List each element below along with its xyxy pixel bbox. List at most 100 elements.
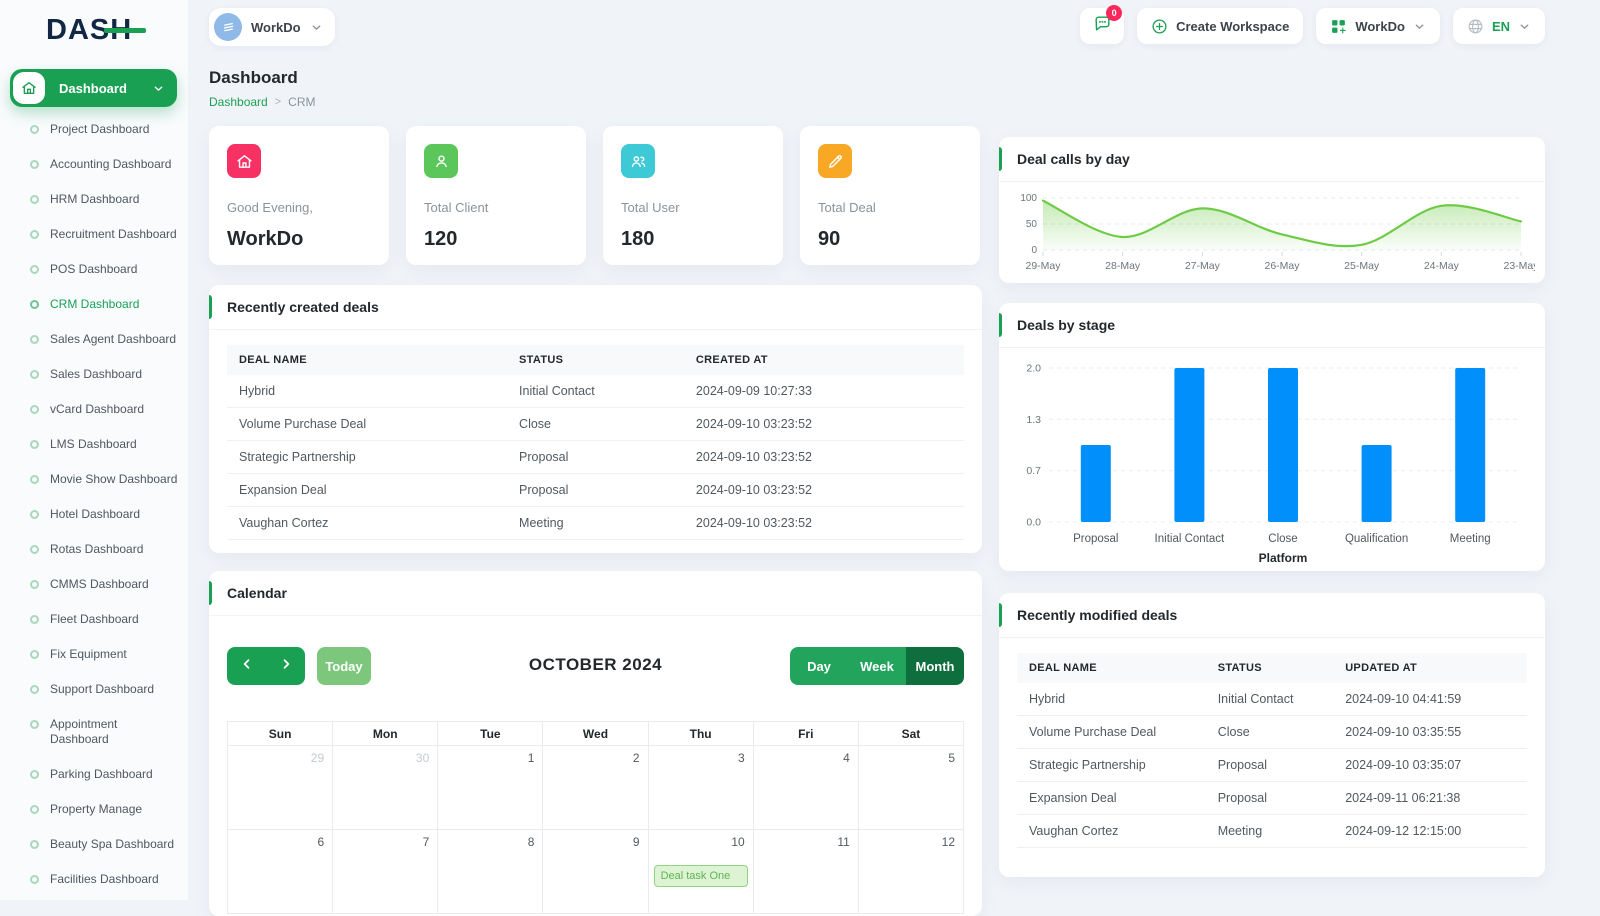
breadcrumb-dashboard-link[interactable]: Dashboard	[209, 95, 268, 109]
table-cell: 2024-09-10 03:23:52	[684, 507, 964, 540]
sidebar: DASH Dashboard Project DashboardAccounti…	[0, 0, 188, 900]
calendar-day-cell-11[interactable]: 11	[753, 830, 858, 914]
table-cell: Close	[507, 408, 684, 441]
calendar-day-cell-29[interactable]: 29	[228, 746, 333, 830]
calendar-day-cell-1[interactable]: 1	[438, 746, 543, 830]
sidebar-item-crm-dashboard[interactable]: CRM Dashboard	[0, 287, 188, 322]
column-header: STATUS	[507, 345, 684, 375]
calendar-view-switcher: DayWeekMonth	[790, 647, 964, 685]
create-workspace-button[interactable]: Create Workspace	[1137, 8, 1303, 44]
logo-dash-bar	[104, 28, 146, 33]
grid-plus-icon	[1330, 18, 1347, 35]
calendar-day-header: Tue	[438, 722, 543, 746]
calendar-day-cell-12[interactable]: 12	[858, 830, 963, 914]
stat-card-2: Total User180	[603, 126, 783, 265]
sidebar-item-sales-dashboard[interactable]: Sales Dashboard	[0, 357, 188, 392]
sidebar-item-pos-dashboard[interactable]: POS Dashboard	[0, 252, 188, 287]
calendar-day-cell-6[interactable]: 6	[228, 830, 333, 914]
sidebar-item-property-manage[interactable]: Property Manage	[0, 792, 188, 827]
calendar-day-cell-30[interactable]: 30	[333, 746, 438, 830]
chevron-down-icon	[310, 21, 323, 34]
stat-value: 120	[424, 228, 568, 251]
table-cell: 2024-09-10 03:35:55	[1333, 716, 1527, 749]
circle-icon	[30, 720, 39, 729]
sidebar-item-accounting-dashboard[interactable]: Accounting Dashboard	[0, 147, 188, 182]
sidebar-item-cmms-dashboard[interactable]: CMMS Dashboard	[0, 567, 188, 602]
table-cell: Expansion Deal	[227, 474, 507, 507]
messages-button[interactable]: 0	[1080, 8, 1124, 44]
calendar-day-cell-7[interactable]: 7	[333, 830, 438, 914]
sidebar-item-hrm-dashboard[interactable]: HRM Dashboard	[0, 182, 188, 217]
calendar-day-cell-5[interactable]: 5	[858, 746, 963, 830]
table-row: HybridInitial Contact2024-09-10 04:41:59	[1017, 683, 1527, 716]
sidebar-item-dashboard[interactable]: Dashboard	[10, 69, 177, 107]
calendar-view-day[interactable]: Day	[790, 647, 848, 685]
sidebar-item-recruitment-dashboard[interactable]: Recruitment Dashboard	[0, 217, 188, 252]
sidebar-item-label: Fix Equipment	[50, 647, 127, 662]
calendar-day-number: 7	[333, 830, 437, 849]
sidebar-item-fleet-dashboard[interactable]: Fleet Dashboard	[0, 602, 188, 637]
building-icon	[214, 13, 242, 41]
sidebar-item-facilities-dashboard[interactable]: Facilities Dashboard	[0, 862, 188, 897]
calendar-day-cell-10[interactable]: 10 Deal task One	[648, 830, 753, 914]
calendar-day-header: Wed	[543, 722, 648, 746]
table-cell: Proposal	[507, 474, 684, 507]
modified-deals-table: DEAL NAMESTATUSUPDATED ATHybridInitial C…	[1017, 653, 1527, 848]
calendar-day-cell-8[interactable]: 8	[438, 830, 543, 914]
calendar-day-number: 29	[228, 746, 332, 765]
deals-by-stage-card: Deals by stage 2.01.30.70.0ProposalIniti…	[999, 303, 1545, 571]
circle-icon	[30, 510, 39, 519]
calendar-day-number: 10	[649, 830, 753, 849]
circle-icon	[30, 265, 39, 274]
calendar-view-week[interactable]: Week	[848, 647, 906, 685]
calendar-event[interactable]: Deal task One	[654, 865, 748, 887]
deals-by-stage-bar-chart: 2.01.30.70.0ProposalInitial ContactClose…	[999, 348, 1545, 566]
workspace-switcher[interactable]: WorkDo	[209, 8, 335, 46]
user-menu-button[interactable]: WorkDo	[1316, 8, 1440, 44]
calendar-day-cell-4[interactable]: 4	[753, 746, 858, 830]
sidebar-item-lms-dashboard[interactable]: LMS Dashboard	[0, 427, 188, 462]
table-cell: Proposal	[1206, 782, 1334, 815]
circle-icon	[30, 650, 39, 659]
sidebar-item-rotas-dashboard[interactable]: Rotas Dashboard	[0, 532, 188, 567]
calendar-day-number: 6	[228, 830, 332, 849]
stat-label: Total User	[621, 200, 765, 215]
table-cell: Meeting	[507, 507, 684, 540]
sidebar-item-beauty-spa-dashboard[interactable]: Beauty Spa Dashboard	[0, 827, 188, 862]
language-selector[interactable]: EN	[1453, 8, 1545, 44]
calendar-day-cell-2[interactable]: 2	[543, 746, 648, 830]
calendar-view-month[interactable]: Month	[906, 647, 964, 685]
card-title: Recently modified deals	[1017, 607, 1177, 623]
sidebar-item-project-dashboard[interactable]: Project Dashboard	[0, 112, 188, 147]
sidebar-item-movie-show-dashboard[interactable]: Movie Show Dashboard	[0, 462, 188, 497]
chevron-down-icon	[1413, 20, 1426, 33]
stat-label: Good Evening,	[227, 200, 371, 215]
table-row: Vaughan CortezMeeting2024-09-10 03:23:52	[227, 507, 964, 540]
card-title: Calendar	[227, 585, 287, 601]
table-cell: Hybrid	[1017, 683, 1206, 716]
sidebar-item-sales-agent-dashboard[interactable]: Sales Agent Dashboard	[0, 322, 188, 357]
sidebar-item-support-dashboard[interactable]: Support Dashboard	[0, 672, 188, 707]
svg-text:0.7: 0.7	[1026, 465, 1041, 477]
sidebar-item-vcard-dashboard[interactable]: vCard Dashboard	[0, 392, 188, 427]
calendar-day-cell-3[interactable]: 3	[648, 746, 753, 830]
table-cell: Strategic Partnership	[1017, 749, 1206, 782]
stat-card-3: Total Deal90	[800, 126, 980, 265]
table-row: Volume Purchase DealClose2024-09-10 03:2…	[227, 408, 964, 441]
circle-icon	[30, 160, 39, 169]
sidebar-item-label: Accounting Dashboard	[50, 157, 171, 172]
calendar-day-cell-9[interactable]: 9	[543, 830, 648, 914]
sidebar-item-appointment-dashboard[interactable]: Appointment Dashboard	[0, 707, 188, 757]
crm-dashboard-page: { "app": { "logo_text": "DASH" }, "sideb…	[0, 0, 1600, 900]
svg-text:1.3: 1.3	[1026, 414, 1041, 426]
recently-created-deals-card: Recently created deals DEAL NAMESTATUSCR…	[209, 285, 982, 553]
table-header-row: DEAL NAMESTATUSUPDATED AT	[1017, 653, 1527, 683]
svg-text:26-May: 26-May	[1264, 260, 1300, 272]
circle-icon	[30, 615, 39, 624]
sidebar-item-hotel-dashboard[interactable]: Hotel Dashboard	[0, 497, 188, 532]
language-code: EN	[1492, 19, 1510, 34]
sidebar-item-fix-equipment[interactable]: Fix Equipment	[0, 637, 188, 672]
table-row: Strategic PartnershipProposal2024-09-10 …	[227, 441, 964, 474]
sidebar-nav: Project Dashboard Accounting Dashboard HRM…	[0, 112, 188, 897]
sidebar-item-parking-dashboard[interactable]: Parking Dashboard	[0, 757, 188, 792]
